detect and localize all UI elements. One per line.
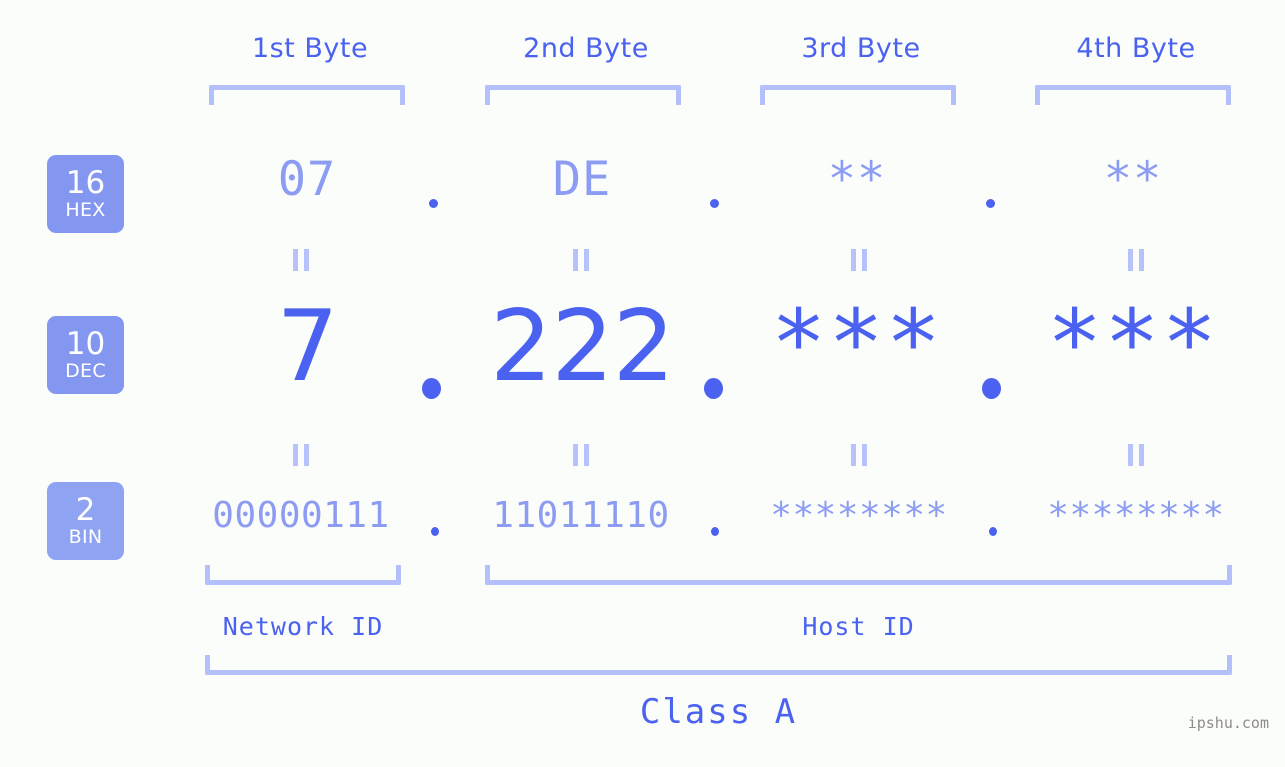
dec-byte-2: 222 [489, 290, 675, 404]
equals-mark-dec-bin-2 [573, 444, 589, 466]
byte-bracket-1 [209, 85, 405, 105]
hex-byte-3: ** [827, 152, 887, 207]
byte-bracket-3 [760, 85, 956, 105]
base-badge-hex: 16 HEX [47, 155, 124, 233]
bin-byte-2: 11011110 [492, 495, 670, 536]
ip-address-breakdown-diagram: 1st Byte 2nd Byte 3rd Byte 4th Byte 16 H… [0, 0, 1285, 767]
base-badge-bin-number: 2 [75, 492, 96, 528]
byte-header-1: 1st Byte [251, 33, 369, 64]
equals-mark-hex-dec-3 [851, 249, 867, 271]
bin-dot-2 [711, 527, 719, 536]
byte-bracket-2 [485, 85, 681, 105]
base-badge-dec: 10 DEC [47, 316, 124, 394]
hex-byte-2: DE [552, 152, 612, 207]
base-badge-bin-name: BIN [68, 526, 103, 548]
class-bracket [205, 655, 1232, 675]
bin-byte-1: 00000111 [212, 495, 390, 536]
hex-byte-4: ** [1103, 152, 1163, 207]
hex-byte-1: 07 [277, 152, 337, 207]
equals-mark-hex-dec-2 [573, 249, 589, 271]
dec-dot-2 [704, 378, 723, 399]
dec-byte-4: *** [1046, 290, 1220, 397]
bin-dot-1 [431, 527, 439, 536]
bin-dot-3 [989, 527, 997, 536]
site-watermark: ipshu.com [1187, 714, 1269, 732]
hex-dot-2 [710, 199, 719, 208]
equals-mark-hex-dec-4 [1128, 249, 1144, 271]
class-label: Class A [639, 692, 798, 732]
bin-byte-4: ******** [1047, 495, 1225, 536]
dec-dot-1 [422, 378, 441, 399]
hex-dot-1 [429, 199, 438, 208]
equals-mark-dec-bin-4 [1128, 444, 1144, 466]
base-badge-bin: 2 BIN [47, 482, 124, 560]
equals-mark-dec-bin-3 [851, 444, 867, 466]
byte-bracket-4 [1035, 85, 1231, 105]
dec-dot-3 [982, 378, 1001, 399]
byte-header-4: 4th Byte [1076, 33, 1196, 64]
network-id-bracket [205, 565, 401, 585]
byte-header-3: 3rd Byte [801, 33, 921, 64]
base-badge-hex-name: HEX [65, 199, 106, 221]
base-badge-dec-name: DEC [65, 360, 106, 382]
hex-dot-3 [986, 199, 995, 208]
bin-byte-3: ******** [770, 495, 948, 536]
equals-mark-dec-bin-1 [293, 444, 309, 466]
host-id-label: Host ID [802, 612, 915, 641]
dec-byte-1: 7 [276, 290, 338, 404]
base-badge-dec-number: 10 [65, 326, 106, 362]
equals-mark-hex-dec-1 [293, 249, 309, 271]
network-id-label: Network ID [222, 612, 384, 641]
dec-byte-3: *** [770, 290, 944, 397]
host-id-bracket [485, 565, 1232, 585]
base-badge-hex-number: 16 [65, 165, 106, 201]
byte-header-2: 2nd Byte [523, 33, 649, 64]
